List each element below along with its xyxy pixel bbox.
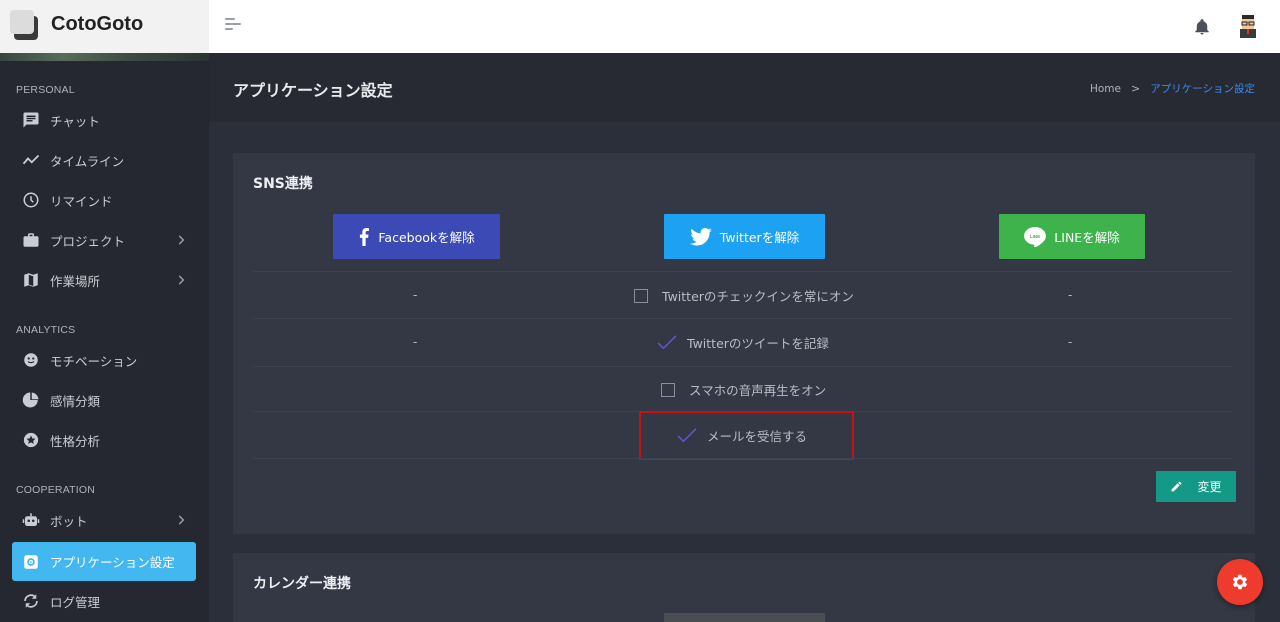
breadcrumb-current: アプリケーション設定 <box>1150 83 1255 95</box>
star-icon <box>20 429 42 451</box>
top-header: CotoGoto <box>0 0 1280 53</box>
menu-toggle-icon[interactable] <box>225 18 243 32</box>
sidebar-item-label: チャット <box>50 113 100 129</box>
bell-icon[interactable] <box>1193 17 1211 37</box>
brand-name: CotoGoto <box>51 13 144 35</box>
page-header: アプリケーション設定 Home > アプリケーション設定 <box>209 53 1280 122</box>
calendar-card-title: カレンダー連携 <box>253 576 351 592</box>
sidebar-item-personality[interactable]: 性格分析 <box>12 422 196 458</box>
sidebar-item-label: アプリケーション設定 <box>50 555 175 570</box>
brand[interactable]: CotoGoto <box>0 0 209 53</box>
sidebar-item-emotion[interactable]: 感情分類 <box>12 382 196 418</box>
option-label: Twitterのツイートを記録 <box>687 336 829 351</box>
sidebar-item-remind[interactable]: リマインド <box>12 182 196 218</box>
avatar[interactable] <box>1237 14 1259 38</box>
pie-icon <box>20 389 42 411</box>
sync-icon <box>20 590 42 612</box>
line-icon: LINE <box>1024 226 1047 247</box>
breadcrumb: Home > アプリケーション設定 <box>1090 81 1255 96</box>
divider <box>253 271 1233 272</box>
robot-icon <box>20 509 42 531</box>
sidebar-banner <box>0 53 209 61</box>
section-label-cooperation: COOPERATION <box>16 484 96 496</box>
option-label: Twitterのチェックインを常にオン <box>662 289 854 304</box>
floating-settings-button[interactable] <box>1217 559 1263 605</box>
checkbox-phone-audio[interactable] <box>661 382 675 397</box>
breadcrumb-separator: > <box>1130 82 1141 95</box>
sidebar-item-label: 感情分類 <box>50 393 101 409</box>
sidebar-item-label: リマインド <box>50 193 113 209</box>
clock-icon <box>20 189 42 211</box>
main-content: アプリケーション設定 Home > アプリケーション設定 SNS連携 Faceb… <box>209 53 1280 622</box>
facebook-unlink-button[interactable]: Facebookを解除 <box>333 214 500 259</box>
sns-card-title: SNS連携 <box>253 176 313 192</box>
briefcase-icon <box>20 229 42 251</box>
sidebar-item-chat[interactable]: チャット <box>12 102 196 138</box>
sidebar-item-label: モチベーション <box>50 353 138 369</box>
line-option-placeholder: - <box>1068 335 1073 349</box>
svg-text:LINE: LINE <box>1030 233 1040 238</box>
facebook-option-placeholder: - <box>413 288 418 302</box>
sidebar: PERSONAL チャット タイムライン リマインド プロジェクト 作業場所 A… <box>0 53 209 622</box>
checkbox-twitter-checkin[interactable] <box>634 288 648 303</box>
line-unlink-button[interactable]: LINE LINEを解除 <box>999 214 1145 259</box>
sns-card: SNS連携 Facebookを解除 Twitterを解除 LINE LINEを解… <box>233 153 1255 534</box>
sidebar-item-label: 作業場所 <box>50 273 101 289</box>
calendar-button[interactable] <box>664 613 825 622</box>
sidebar-item-log[interactable]: ログ管理 <box>12 583 196 619</box>
facebook-option-placeholder: - <box>413 335 418 349</box>
option-label: スマホの音声再生をオン <box>689 383 827 398</box>
timeline-icon <box>20 149 42 171</box>
sidebar-item-app-settings[interactable]: アプリケーション設定 <box>12 542 196 581</box>
face-icon <box>20 349 42 371</box>
section-label-personal: PERSONAL <box>16 84 75 96</box>
checkmark-icon[interactable] <box>656 334 678 351</box>
option-twitter-tweet-record: Twitterのツイートを記録 <box>656 333 829 352</box>
sidebar-item-workplace[interactable]: 作業場所 <box>12 262 196 298</box>
sidebar-item-label: 性格分析 <box>50 433 101 449</box>
highlight-box <box>639 411 854 460</box>
page-title: アプリケーション設定 <box>233 81 393 100</box>
section-label-analytics: ANALYTICS <box>16 324 76 336</box>
chevron-right-icon <box>178 235 185 245</box>
gear-icon <box>1232 574 1248 590</box>
brand-logo <box>10 10 38 40</box>
facebook-icon <box>358 227 370 246</box>
twitter-unlink-label: Twitterを解除 <box>719 230 800 245</box>
sidebar-item-bot[interactable]: ボット <box>12 502 196 538</box>
change-button-label: 変更 <box>1197 480 1222 494</box>
chevron-right-icon <box>178 515 185 525</box>
breadcrumb-home[interactable]: Home <box>1090 83 1121 95</box>
sidebar-item-label: プロジェクト <box>50 233 126 249</box>
sidebar-item-project[interactable]: プロジェクト <box>12 222 196 258</box>
sidebar-item-label: ボット <box>50 513 88 529</box>
twitter-unlink-button[interactable]: Twitterを解除 <box>664 214 825 259</box>
map-icon <box>20 269 42 291</box>
pencil-icon <box>1170 480 1183 493</box>
divider <box>253 366 1233 367</box>
sidebar-item-label: タイムライン <box>50 153 125 169</box>
facebook-unlink-label: Facebookを解除 <box>378 230 475 245</box>
divider <box>253 458 1233 459</box>
twitter-icon <box>689 227 712 246</box>
sidebar-item-label: ログ管理 <box>50 594 101 610</box>
divider <box>253 318 1233 319</box>
sidebar-item-timeline[interactable]: タイムライン <box>12 142 196 178</box>
calendar-card: カレンダー連携 <box>233 553 1255 622</box>
line-unlink-label: LINEを解除 <box>1054 230 1120 245</box>
option-twitter-checkin: Twitterのチェックインを常にオン <box>634 286 854 305</box>
sidebar-item-motivation[interactable]: モチベーション <box>12 342 196 378</box>
chat-icon <box>20 109 42 131</box>
change-button[interactable]: 変更 <box>1156 471 1236 502</box>
line-option-placeholder: - <box>1068 288 1073 302</box>
option-phone-audio: スマホの音声再生をオン <box>661 380 826 399</box>
chevron-right-icon <box>178 275 185 285</box>
settings-icon <box>20 551 42 573</box>
